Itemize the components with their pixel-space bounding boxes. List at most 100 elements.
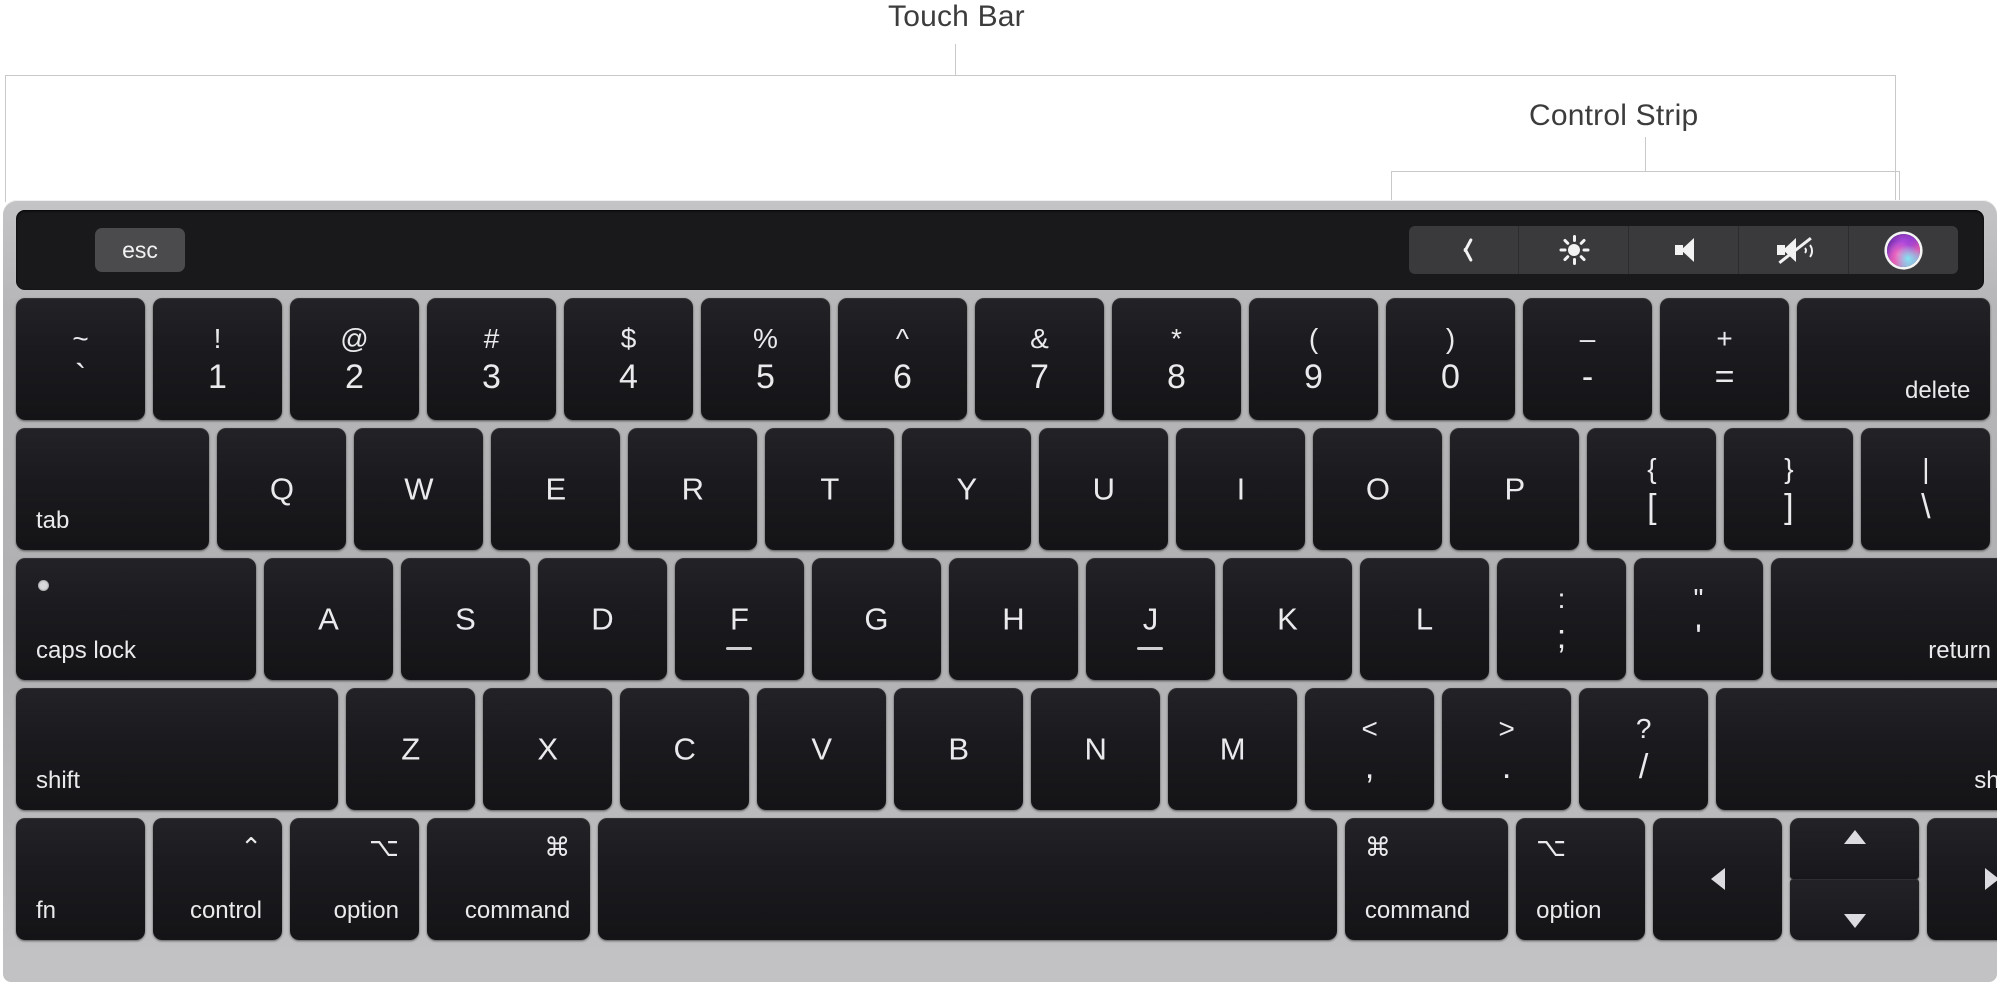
key-legend-shifted: ~ <box>72 323 89 354</box>
siri-icon <box>1887 233 1920 267</box>
key-row-bottom: fn ⌃ control ⌥ option ⌘ command ⌘ command ⌥ option <box>16 818 1997 940</box>
key-grave[interactable]: ~ ` <box>16 298 145 420</box>
key-legend-primary: 6 <box>893 358 912 396</box>
arrow-up-icon <box>1843 830 1866 844</box>
key-8[interactable]: * 8 <box>1112 298 1241 420</box>
key-tab[interactable]: tab <box>16 428 210 550</box>
key-0[interactable]: ) 0 <box>1386 298 1515 420</box>
key-legend: L <box>1415 601 1434 637</box>
key-arrow-left[interactable] <box>1653 818 1783 940</box>
key-5[interactable]: % 5 <box>701 298 830 420</box>
key-s[interactable]: S <box>400 558 530 680</box>
key-legend-primary: 3 <box>482 358 501 396</box>
key-rightshift[interactable]: shift <box>1716 688 1997 810</box>
key-9[interactable]: (9 <box>1249 298 1378 420</box>
key-h[interactable]: H <box>948 558 1078 680</box>
key-legend-shifted: * <box>1171 323 1182 354</box>
key-delete[interactable]: delete <box>1797 298 1991 420</box>
key-legend: M <box>1219 731 1246 767</box>
mute-icon <box>1776 236 1813 264</box>
key-legend: I <box>1236 471 1246 507</box>
key-legend-shifted: # <box>483 323 500 354</box>
control-strip-volume-button[interactable] <box>1629 226 1739 274</box>
key-legend: control <box>189 897 262 924</box>
key-d[interactable]: D <box>537 558 667 680</box>
key-legend-shifted: $ <box>620 323 637 354</box>
key-arrow-up[interactable] <box>1790 818 1920 879</box>
key-c[interactable]: C <box>620 688 750 810</box>
key-comma[interactable]: <, <box>1305 688 1435 810</box>
key-minus[interactable]: – - <box>1523 298 1652 420</box>
volume-up-icon <box>1674 237 1694 263</box>
key-q[interactable]: Q <box>217 428 347 550</box>
key-r[interactable]: R <box>628 428 758 550</box>
key-leftoption[interactable]: ⌥ option <box>290 818 419 940</box>
key-3[interactable]: #3 <box>427 298 556 420</box>
key-rightoption[interactable]: ⌥ option <box>1516 818 1646 940</box>
key-legend-primary: = <box>1714 358 1735 396</box>
key-arrow-down[interactable] <box>1790 879 1920 940</box>
key-k[interactable]: K <box>1222 558 1352 680</box>
key-rightcommand[interactable]: ⌘ command <box>1344 818 1509 940</box>
key-y[interactable]: Y <box>902 428 1032 550</box>
key-w[interactable]: W <box>354 428 484 550</box>
key-legend: F <box>730 601 749 637</box>
key-7[interactable]: & 7 <box>975 298 1104 420</box>
key-leftshift[interactable]: shift <box>16 688 339 810</box>
key-capslock[interactable]: caps lock <box>16 558 256 680</box>
key-6[interactable]: ^ 6 <box>838 298 967 420</box>
key-leftbracket[interactable]: {[ <box>1587 428 1717 550</box>
touch-bar[interactable]: esc <box>16 210 1984 290</box>
key-leftcommand[interactable]: ⌘ command <box>427 818 591 940</box>
key-u[interactable]: U <box>1039 428 1169 550</box>
key-m[interactable]: M <box>1168 688 1298 810</box>
key-i[interactable]: I <box>1176 428 1306 550</box>
key-arrow-right[interactable] <box>1927 818 1997 940</box>
key-legend: V <box>811 731 832 767</box>
key-4[interactable]: $4 <box>564 298 693 420</box>
key-1[interactable]: ! 1 <box>153 298 282 420</box>
key-space[interactable] <box>598 818 1337 940</box>
key-return[interactable]: return <box>1770 558 1997 680</box>
key-j[interactable]: J <box>1085 558 1215 680</box>
control-strip-expand-button[interactable] <box>1409 226 1519 274</box>
key-legend: Z <box>401 731 421 767</box>
control-strip-leader-rail <box>1391 171 1900 172</box>
key-semicolon[interactable]: :; <box>1496 558 1626 680</box>
key-legend: R <box>681 471 705 507</box>
key-slash[interactable]: ? / <box>1579 688 1709 810</box>
key-rightbracket[interactable]: }] <box>1724 428 1854 550</box>
key-l[interactable]: L <box>1359 558 1489 680</box>
control-strip-siri-button[interactable] <box>1849 226 1958 274</box>
key-legend-primary: 0 <box>1441 358 1460 396</box>
key-f[interactable]: F <box>674 558 804 680</box>
key-leftcontrol[interactable]: ⌃ control <box>153 818 282 940</box>
key-z[interactable]: Z <box>346 688 476 810</box>
key-equals[interactable]: + = <box>1660 298 1789 420</box>
key-row-numbers: ~ `! 1 @2 #3 $4% 5 ^ 6 & 7 * 8(9) 0– - + = delete <box>16 298 1991 420</box>
key-x[interactable]: X <box>483 688 613 810</box>
key-o[interactable]: O <box>1313 428 1443 550</box>
control-strip[interactable] <box>1409 226 1958 274</box>
control-strip-brightness-button[interactable] <box>1519 226 1629 274</box>
key-period[interactable]: >. <box>1442 688 1572 810</box>
key-a[interactable]: A <box>263 558 393 680</box>
key-legend: X <box>537 731 558 767</box>
key-b[interactable]: B <box>894 688 1024 810</box>
key-2[interactable]: @2 <box>290 298 419 420</box>
home-row-bump <box>1137 647 1164 650</box>
key-p[interactable]: P <box>1450 428 1580 550</box>
key-backslash[interactable]: | \ <box>1861 428 1991 550</box>
control-strip-mute-button[interactable] <box>1739 226 1849 274</box>
key-e[interactable]: E <box>491 428 621 550</box>
esc-key[interactable]: esc <box>95 228 185 272</box>
key-t[interactable]: T <box>765 428 895 550</box>
key-legend-shifted: + <box>1716 323 1733 354</box>
key-n[interactable]: N <box>1031 688 1161 810</box>
key-legend-primary: 9 <box>1304 358 1323 396</box>
key-legend: caps lock <box>36 637 137 664</box>
key-v[interactable]: V <box>757 688 887 810</box>
key-fn[interactable]: fn <box>16 818 145 940</box>
key-quote[interactable]: " ' <box>1633 558 1763 680</box>
key-g[interactable]: G <box>811 558 941 680</box>
